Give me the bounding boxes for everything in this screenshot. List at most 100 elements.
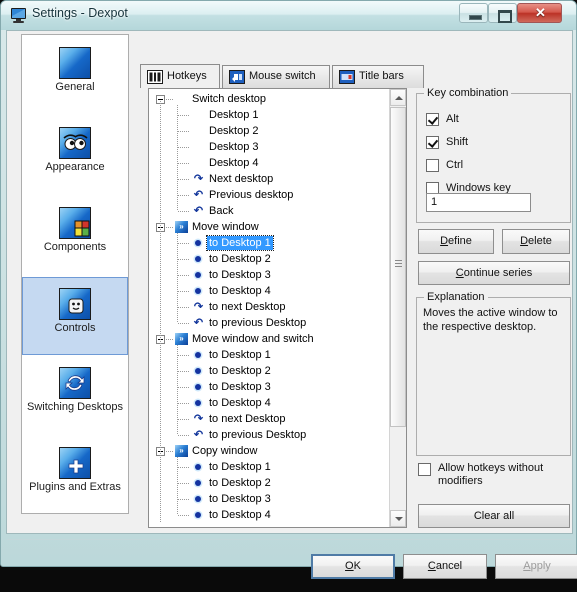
maximize-icon	[498, 10, 512, 23]
key-modifier-row[interactable]: Alt	[426, 113, 556, 126]
tree-item[interactable]: Desktop 1	[149, 107, 390, 123]
tree-item[interactable]: to Desktop 2	[149, 475, 390, 491]
tree-viewport: Switch desktop Desktop 1 Desktop 2 Desktop …	[149, 89, 390, 527]
define-button[interactable]: Define	[418, 229, 494, 254]
tree-item-selected[interactable]: to Desktop 1	[149, 235, 390, 251]
maximize-button[interactable]	[488, 3, 517, 23]
tree-item-label: to next Desktop	[209, 301, 286, 313]
tree-item[interactable]: to Desktop 4	[149, 395, 390, 411]
explanation-text: Moves the active window to the respectiv…	[423, 307, 558, 333]
tree-item[interactable]: ↶ to previous Desktop	[149, 315, 390, 331]
tree-item-label: Previous desktop	[209, 189, 294, 201]
tab-mouse-switch[interactable]: Mouse switch	[222, 65, 330, 88]
sidebar-item-label: Plugins and Extras	[29, 481, 121, 493]
tree-group-row[interactable]: » Move window and switch	[149, 331, 390, 347]
allow-hotkeys-checkbox[interactable]	[418, 463, 431, 476]
checkbox-alt[interactable]	[426, 113, 439, 126]
checkbox-ctrl[interactable]	[426, 159, 439, 172]
sidebar-item-switching-desktops[interactable]: Switching Desktops	[22, 357, 128, 435]
tab-title-bars[interactable]: Title bars	[332, 65, 424, 88]
tree-connector	[178, 115, 189, 116]
tree-item[interactable]: to Desktop 3	[149, 379, 390, 395]
tree-item-label: to Desktop 3	[209, 493, 271, 505]
tree-item[interactable]: Desktop 3	[149, 139, 390, 155]
tree-item-label: Desktop 4	[209, 157, 259, 169]
key-input[interactable]: 1	[426, 193, 531, 212]
scrollbar-thumb[interactable]	[390, 107, 406, 427]
redo-arrow-icon: ↷	[193, 173, 204, 185]
tree-group-row[interactable]: » Copy window	[149, 443, 390, 459]
scroll-up-button[interactable]	[390, 89, 406, 106]
sidebar-item-plugins-and-extras[interactable]: Plugins and Extras	[22, 437, 128, 513]
tree-connector	[178, 435, 189, 436]
tree-item-label: to Desktop 4	[209, 285, 271, 297]
tree-item[interactable]: ↷ to next Desktop	[149, 299, 390, 315]
sidebar-item-general[interactable]: General	[22, 37, 128, 115]
tree-item-label: to Desktop 4	[209, 509, 271, 521]
tree-connector	[178, 243, 189, 244]
tree-group-row[interactable]: » Move window	[149, 219, 390, 235]
key-modifier-row[interactable]: Shift	[426, 136, 556, 149]
tree-item-label: to Desktop 2	[209, 365, 271, 377]
undo-arrow-icon: ↶	[193, 429, 204, 441]
tree-connector	[166, 227, 174, 228]
category-sidebar[interactable]: General Appearance Components Controls S…	[21, 34, 129, 514]
tree-connector	[178, 211, 189, 212]
mouse-switch-icon	[229, 70, 245, 84]
blocks-icon	[59, 207, 91, 239]
tree-connector	[178, 371, 189, 372]
tree-item[interactable]: to Desktop 4	[149, 507, 390, 523]
minimize-button[interactable]	[459, 3, 488, 23]
tree-item[interactable]: ↶ to previous Desktop	[149, 427, 390, 443]
sidebar-item-controls[interactable]: Controls	[22, 277, 128, 355]
close-button[interactable]: ✕	[517, 3, 562, 23]
sidebar-item-appearance[interactable]: Appearance	[22, 117, 128, 195]
tree-item[interactable]: ↷ to next Desktop	[149, 411, 390, 427]
tree-item-label: to Desktop 1	[206, 235, 274, 251]
tree-scrollbar[interactable]	[389, 89, 406, 527]
tree-item[interactable]: ↶ Previous desktop	[149, 187, 390, 203]
tree-item[interactable]: to Desktop 2	[149, 363, 390, 379]
sidebar-item-components[interactable]: Components	[22, 197, 128, 275]
tree-item[interactable]: Desktop 2	[149, 123, 390, 139]
tree-group-row[interactable]: Switch desktop	[149, 91, 390, 107]
checkbox-label: Alt	[446, 113, 459, 125]
tree-connector	[177, 105, 178, 211]
hotkey-tree[interactable]: Switch desktop Desktop 1 Desktop 2 Desktop …	[148, 88, 407, 528]
scroll-down-button[interactable]	[390, 510, 406, 527]
sidebar-item-label: General	[55, 81, 95, 93]
allow-hotkeys-label: Allow hotkeys without modifiers	[438, 462, 544, 487]
sidebar-item-label: Controls	[54, 322, 96, 334]
tree-connector	[178, 515, 189, 516]
tree-connector	[178, 387, 189, 388]
tree-item[interactable]: to Desktop 1	[149, 347, 390, 363]
tree-item-label: to previous Desktop	[209, 317, 307, 329]
tree-item[interactable]: to Desktop 4	[149, 283, 390, 299]
delete-button[interactable]: Delete	[502, 229, 570, 254]
tab-hotkeys[interactable]: Hotkeys	[140, 64, 220, 88]
redo-arrow-icon: ↷	[193, 413, 204, 425]
tree-connector	[178, 131, 189, 132]
tree-connector	[178, 307, 189, 308]
tree-item[interactable]: Desktop 4	[149, 155, 390, 171]
explanation-group: Explanation Moves the active window to t…	[416, 291, 571, 456]
eyes-icon	[59, 127, 91, 159]
continue-series-button[interactable]: Continue series	[418, 261, 570, 285]
tree-item[interactable]: to Desktop 2	[149, 251, 390, 267]
tree-group-label: Copy window	[192, 445, 258, 457]
clear-all-button[interactable]: Clear all	[418, 504, 570, 528]
hotkeys-icon	[147, 70, 163, 84]
checkbox-shift[interactable]	[426, 136, 439, 149]
tree-item[interactable]: to Desktop 3	[149, 267, 390, 283]
tree-item[interactable]: ↷ Next desktop	[149, 171, 390, 187]
move-window-icon: »	[175, 445, 188, 457]
tree-item[interactable]: to Desktop 3	[149, 491, 390, 507]
tree-item[interactable]: ↶ Back	[149, 203, 390, 219]
tree-connector	[178, 275, 189, 276]
key-modifier-row[interactable]: Ctrl	[426, 159, 556, 172]
tree-item[interactable]: to Desktop 1	[149, 459, 390, 475]
chevron-up-icon	[395, 96, 403, 100]
tree-item-label: to Desktop 2	[209, 477, 271, 489]
title-bar[interactable]: Settings - Dexpot ✕	[1, 1, 576, 30]
sidebar-item-label: Switching Desktops	[27, 401, 123, 413]
